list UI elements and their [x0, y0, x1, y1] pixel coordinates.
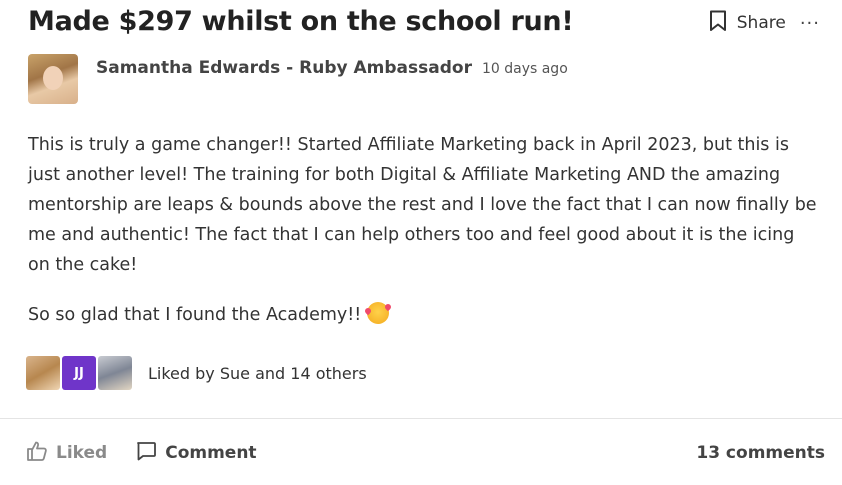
post-card: Made $297 whilst on the school run! Shar…	[0, 0, 842, 485]
share-label: Share	[736, 13, 786, 33]
author-avatar[interactable]	[28, 54, 78, 104]
smiling-face-with-hearts-icon	[367, 302, 390, 324]
share-button[interactable]: Share	[709, 10, 786, 36]
liker-avatar-initials[interactable]: JJ	[62, 356, 96, 390]
thumbs-up-icon	[26, 440, 48, 467]
author-name[interactable]: Samantha Edwards - Ruby Ambassador	[96, 58, 472, 78]
more-options-icon[interactable]: ···	[800, 13, 820, 34]
comment-button[interactable]: Comment	[135, 440, 257, 467]
likes-row[interactable]: JJ Liked by Sue and 14 others	[26, 356, 367, 390]
post-actions: Share ···	[709, 10, 820, 36]
liked-button[interactable]: Liked	[26, 440, 107, 467]
divider	[0, 418, 842, 419]
comments-count[interactable]: 13 comments	[696, 443, 825, 463]
post-paragraph-1: This is truly a game changer!! Started A…	[28, 135, 817, 275]
post-footer: Liked Comment 13 comments	[26, 436, 825, 470]
likes-summary[interactable]: Liked by Sue and 14 others	[148, 364, 367, 383]
liker-avatar[interactable]	[26, 356, 60, 390]
author-row: Samantha Edwards - Ruby Ambassador 10 da…	[28, 54, 568, 104]
post-paragraph-2-text: So so glad that I found the Academy!!	[28, 305, 362, 325]
comment-label: Comment	[165, 443, 257, 463]
comment-icon	[135, 440, 157, 467]
post-title: Made $297 whilst on the school run!	[28, 6, 574, 37]
post-timestamp: 10 days ago	[481, 61, 568, 77]
liker-avatar[interactable]	[98, 356, 132, 390]
post-body: This is truly a game changer!! Started A…	[28, 130, 818, 330]
post-paragraph-2: So so glad that I found the Academy!!	[28, 300, 818, 330]
bookmark-icon	[709, 10, 727, 36]
liked-label: Liked	[56, 443, 108, 463]
